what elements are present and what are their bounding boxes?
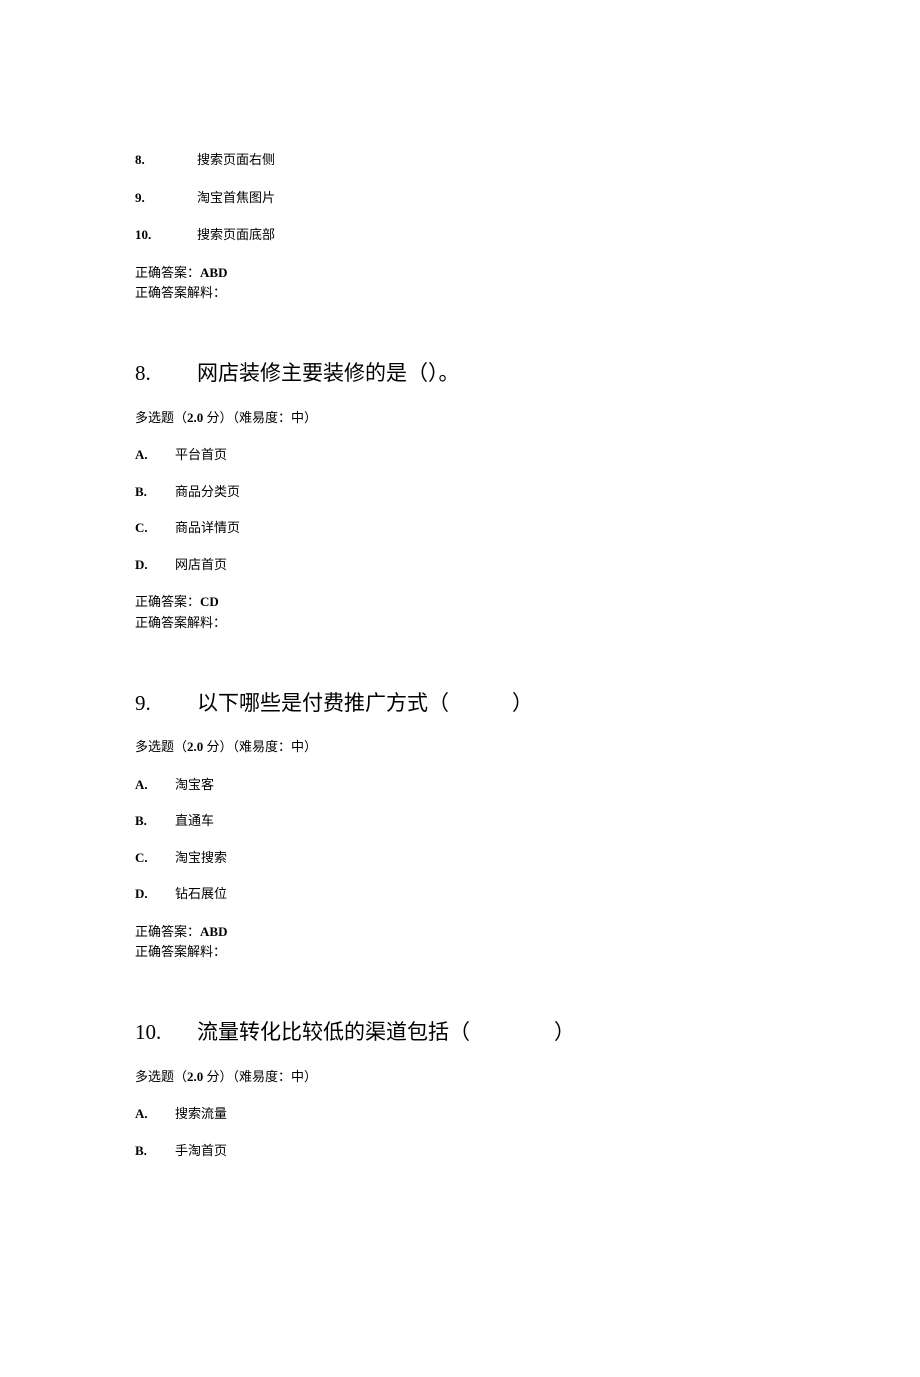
document-page: 8. 搜索页面右侧 9. 淘宝首焦图片 10. 搜索页面底部 正确答案：ABD …: [0, 0, 920, 1377]
answer-value: ABD: [200, 924, 227, 939]
choice-text: 网店首页: [175, 555, 227, 575]
list-item: B. 商品分类页: [135, 482, 785, 502]
explain-line: 正确答案解料：: [135, 942, 785, 963]
explain-line: 正确答案解料：: [135, 283, 785, 304]
question-meta: 多选题（2.0 分）（难易度：中）: [135, 737, 785, 757]
option-text: 搜索页面底部: [197, 225, 275, 245]
choice-text: 搜索流量: [175, 1104, 227, 1124]
question-meta: 多选题（2.0 分）（难易度：中）: [135, 408, 785, 428]
choice-label: D.: [135, 884, 175, 904]
question-10: 10.流量转化比较低的渠道包括（ ）: [135, 1017, 785, 1049]
question-title: 流量转化比较低的渠道包括（ ）: [197, 1020, 575, 1044]
choice-text: 直通车: [175, 811, 214, 831]
correct-answer-line: 正确答案：CD: [135, 592, 785, 613]
choice-text: 淘宝搜索: [175, 848, 227, 868]
list-item: A. 搜索流量: [135, 1104, 785, 1124]
question-meta: 多选题（2.0 分）（难易度：中）: [135, 1067, 785, 1087]
list-item: B. 直通车: [135, 811, 785, 831]
answer-block: 正确答案：ABD 正确答案解料：: [135, 922, 785, 964]
choice-label: B.: [135, 1141, 175, 1161]
choice-text: 商品分类页: [175, 482, 240, 502]
answer-prefix: 正确答案：: [135, 924, 200, 939]
choice-label: C.: [135, 518, 175, 538]
question-9: 9.以下哪些是付费推广方式（ ）: [135, 688, 785, 720]
choice-text: 手淘首页: [175, 1141, 227, 1161]
answer-prefix: 正确答案：: [135, 265, 200, 280]
option-text: 淘宝首焦图片: [197, 188, 275, 208]
answer-value: ABD: [200, 265, 227, 280]
meta-score: 2.0: [187, 410, 203, 425]
meta-mid: 分）（难易度：中）: [203, 739, 317, 754]
question-number: 10.: [135, 1017, 197, 1049]
list-item: D. 网店首页: [135, 555, 785, 575]
choice-text: 平台首页: [175, 445, 227, 465]
correct-answer-line: 正确答案：ABD: [135, 263, 785, 284]
list-item: C. 商品详情页: [135, 518, 785, 538]
meta-prefix: 多选题（: [135, 1069, 187, 1084]
choice-label: A.: [135, 1104, 175, 1124]
list-item: 9. 淘宝首焦图片: [135, 188, 785, 208]
option-text: 搜索页面右侧: [197, 150, 275, 170]
answer-block: 正确答案：ABD 正确答案解料：: [135, 263, 785, 305]
explain-line: 正确答案解料：: [135, 613, 785, 634]
answer-block: 正确答案：CD 正确答案解料：: [135, 592, 785, 634]
choice-label: D.: [135, 555, 175, 575]
question-number: 8.: [135, 358, 197, 390]
list-item: A. 淘宝客: [135, 775, 785, 795]
choice-label: A.: [135, 775, 175, 795]
list-item: 8. 搜索页面右侧: [135, 150, 785, 170]
choice-label: B.: [135, 482, 175, 502]
meta-prefix: 多选题（: [135, 739, 187, 754]
question-title: 网店装修主要装修的是（）。: [197, 361, 460, 385]
meta-score: 2.0: [187, 1069, 203, 1084]
choice-text: 商品详情页: [175, 518, 240, 538]
list-item: B. 手淘首页: [135, 1141, 785, 1161]
correct-answer-line: 正确答案：ABD: [135, 922, 785, 943]
question-title: 以下哪些是付费推广方式（ ）: [197, 691, 533, 715]
choice-text: 钻石展位: [175, 884, 227, 904]
list-item: 10. 搜索页面底部: [135, 225, 785, 245]
choice-label: C.: [135, 848, 175, 868]
answer-value: CD: [200, 594, 219, 609]
choice-label: A.: [135, 445, 175, 465]
option-number: 9.: [135, 188, 197, 208]
answer-prefix: 正确答案：: [135, 594, 200, 609]
choice-label: B.: [135, 811, 175, 831]
list-item: A. 平台首页: [135, 445, 785, 465]
list-item: D. 钻石展位: [135, 884, 785, 904]
meta-score: 2.0: [187, 739, 203, 754]
question-8: 8.网店装修主要装修的是（）。: [135, 358, 785, 390]
option-number: 8.: [135, 150, 197, 170]
meta-mid: 分）（难易度：中）: [203, 1069, 317, 1084]
question-number: 9.: [135, 688, 197, 720]
option-number: 10.: [135, 225, 197, 245]
meta-mid: 分）（难易度：中）: [203, 410, 317, 425]
choice-text: 淘宝客: [175, 775, 214, 795]
list-item: C. 淘宝搜索: [135, 848, 785, 868]
meta-prefix: 多选题（: [135, 410, 187, 425]
